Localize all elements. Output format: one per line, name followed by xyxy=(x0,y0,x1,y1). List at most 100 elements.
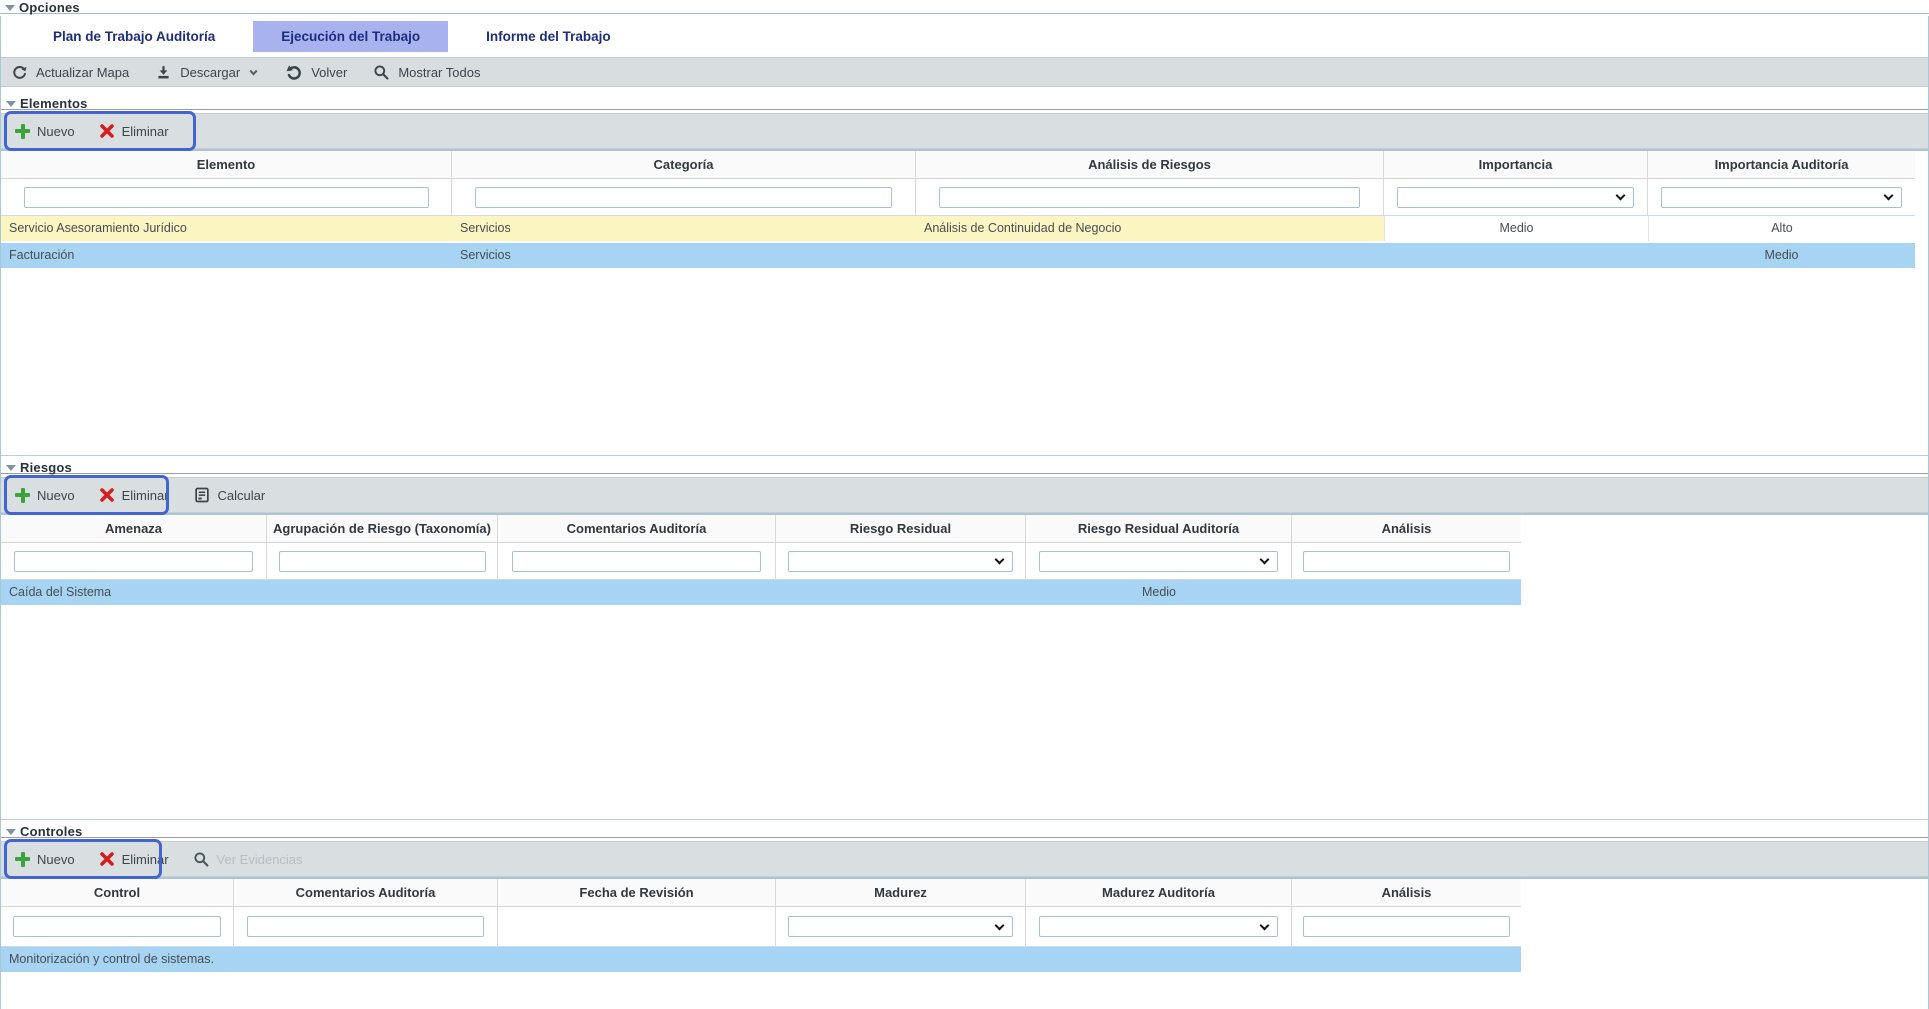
cell-amenaza: Caída del Sistema xyxy=(1,580,267,605)
actualizar-mapa-button[interactable]: Actualizar Mapa xyxy=(11,64,129,81)
elementos-nuevo-button[interactable]: Nuevo xyxy=(15,124,75,139)
column-header-comentarios-auditoria[interactable]: Comentarios Auditoría xyxy=(234,879,498,907)
nuevo-label: Nuevo xyxy=(37,852,75,867)
column-header-categoria[interactable]: Categoría xyxy=(452,151,916,179)
tab-bar: Plan de Trabajo Auditoría Ejecución del … xyxy=(25,21,1928,52)
cell-elemento: Facturación xyxy=(1,243,452,268)
plus-icon xyxy=(15,124,30,139)
collapse-triangle-icon[interactable] xyxy=(5,5,15,11)
comentarios-auditoria-filter-input[interactable] xyxy=(247,916,484,937)
collapse-triangle-icon[interactable] xyxy=(6,829,16,835)
riesgos-table: Amenaza Agrupación de Riesgo (Taxonomía)… xyxy=(1,513,1928,820)
elementos-empty-area xyxy=(1,270,1928,456)
descargar-button[interactable]: Descargar xyxy=(155,64,259,81)
eliminar-label: Eliminar xyxy=(122,488,169,503)
tab-plan-de-trabajo-auditoria[interactable]: Plan de Trabajo Auditoría xyxy=(25,21,243,52)
elementos-header-row: Elemento Categoría Análisis de Riesgos I… xyxy=(1,151,1915,179)
download-icon xyxy=(155,64,172,81)
table-row-selected[interactable]: Facturación Servicios Medio xyxy=(1,243,1915,270)
controles-filter-row xyxy=(1,907,1521,947)
controles-fieldset-legend: Controles xyxy=(1,824,1928,840)
red-x-icon xyxy=(99,487,115,503)
tab-informe-del-trabajo[interactable]: Informe del Trabajo xyxy=(458,21,639,52)
table-row-selected[interactable]: Monitorización y control de sistemas. xyxy=(1,947,1521,974)
analisis-riesgos-filter-input[interactable] xyxy=(939,187,1359,208)
opciones-label: Opciones xyxy=(19,0,80,15)
ver-evidencias-button[interactable]: Ver Evidencias xyxy=(193,851,303,868)
column-header-importancia[interactable]: Importancia xyxy=(1384,151,1648,179)
riesgos-empty-area xyxy=(1,607,1928,820)
volver-label: Volver xyxy=(311,65,347,80)
calcular-button[interactable]: Calcular xyxy=(193,486,266,504)
madurez-filter-select[interactable] xyxy=(788,916,1012,937)
collapse-triangle-icon[interactable] xyxy=(6,101,16,107)
elementos-fieldset-border xyxy=(1,109,1928,110)
chevron-down-icon xyxy=(1259,555,1269,565)
column-header-fecha-de-revision[interactable]: Fecha de Revisión xyxy=(498,879,776,907)
tab-ejecucion-del-trabajo[interactable]: Ejecución del Trabajo xyxy=(253,21,448,52)
descargar-label: Descargar xyxy=(180,65,240,80)
controles-eliminar-button[interactable]: Eliminar xyxy=(99,851,169,867)
elementos-table: Elemento Categoría Análisis de Riesgos I… xyxy=(1,149,1928,456)
riesgos-header-row: Amenaza Agrupación de Riesgo (Taxonomía)… xyxy=(1,515,1521,543)
analisis-filter-input[interactable] xyxy=(1303,551,1509,572)
comentarios-auditoria-filter-input[interactable] xyxy=(512,551,761,572)
riesgos-fieldset-legend: Riesgos xyxy=(1,460,1928,476)
column-header-madurez-auditoria[interactable]: Madurez Auditoría xyxy=(1026,879,1292,907)
madurez-auditoria-filter-select[interactable] xyxy=(1039,916,1278,937)
actualizar-mapa-label: Actualizar Mapa xyxy=(36,65,129,80)
table-row-selected[interactable]: Caída del Sistema Medio xyxy=(1,580,1521,607)
cell-importancia-auditoria: Alto xyxy=(1648,216,1915,241)
nuevo-label: Nuevo xyxy=(37,124,75,139)
opciones-fieldset-legend: Opciones xyxy=(0,0,1929,16)
control-filter-input[interactable] xyxy=(13,916,222,937)
search-icon xyxy=(373,64,390,81)
column-header-control[interactable]: Control xyxy=(1,879,234,907)
column-header-agrupacion[interactable]: Agrupación de Riesgo (Taxonomía) xyxy=(267,515,498,543)
column-header-analisis[interactable]: Análisis xyxy=(1292,879,1521,907)
red-x-icon xyxy=(99,851,115,867)
cell-analisis-riesgos: Análisis de Continuidad de Negocio xyxy=(916,216,1384,241)
riesgos-filter-row xyxy=(1,543,1521,580)
riesgos-nuevo-button[interactable]: Nuevo xyxy=(15,488,75,503)
categoria-filter-input[interactable] xyxy=(475,187,892,208)
amenaza-filter-input[interactable] xyxy=(14,551,253,572)
column-header-riesgo-residual[interactable]: Riesgo Residual xyxy=(776,515,1026,543)
riesgo-residual-auditoria-filter-select[interactable] xyxy=(1039,551,1278,572)
column-header-riesgo-residual-auditoria[interactable]: Riesgo Residual Auditoría xyxy=(1026,515,1292,543)
column-header-madurez[interactable]: Madurez xyxy=(776,879,1026,907)
refresh-icon xyxy=(11,64,28,81)
table-row[interactable]: Servicio Asesoramiento Jurídico Servicio… xyxy=(1,216,1915,243)
column-header-importancia-auditoria[interactable]: Importancia Auditoría xyxy=(1648,151,1915,179)
plus-icon xyxy=(15,488,30,503)
importancia-auditoria-filter-select[interactable] xyxy=(1661,187,1901,208)
column-header-amenaza[interactable]: Amenaza xyxy=(1,515,267,543)
fecha-revision-filter-empty xyxy=(498,907,776,947)
volver-button[interactable]: Volver xyxy=(285,63,347,81)
chevron-down-icon xyxy=(1259,920,1269,930)
elementos-toolbar: Nuevo Eliminar xyxy=(1,113,1928,149)
opciones-fieldset-border xyxy=(0,13,1929,14)
opciones-fieldset-body: Plan de Trabajo Auditoría Ejecución del … xyxy=(0,16,1929,1009)
controles-label: Controles xyxy=(20,824,82,839)
elemento-filter-input[interactable] xyxy=(24,187,429,208)
column-header-analisis-de-riesgos[interactable]: Análisis de Riesgos xyxy=(916,151,1384,179)
cell-importancia: Medio xyxy=(1384,216,1648,241)
column-header-comentarios-auditoria[interactable]: Comentarios Auditoría xyxy=(498,515,776,543)
mostrar-todos-button[interactable]: Mostrar Todos xyxy=(373,64,480,81)
calculator-document-icon xyxy=(193,486,211,504)
analisis-filter-input[interactable] xyxy=(1303,916,1509,937)
riesgos-eliminar-button[interactable]: Eliminar xyxy=(99,487,169,503)
main-toolbar: Actualizar Mapa Descargar Volver xyxy=(1,57,1928,87)
audit-execution-page: Opciones Plan de Trabajo Auditoría Ejecu… xyxy=(0,0,1929,1009)
agrupacion-filter-input[interactable] xyxy=(279,551,486,572)
controles-empty-area xyxy=(1,974,1928,1009)
elementos-eliminar-button[interactable]: Eliminar xyxy=(99,123,169,139)
controles-nuevo-button[interactable]: Nuevo xyxy=(15,852,75,867)
column-header-elemento[interactable]: Elemento xyxy=(1,151,452,179)
riesgo-residual-filter-select[interactable] xyxy=(788,551,1012,572)
column-header-analisis[interactable]: Análisis xyxy=(1292,515,1521,543)
controles-table: Control Comentarios Auditoría Fecha de R… xyxy=(1,877,1928,1009)
importancia-filter-select[interactable] xyxy=(1397,187,1634,208)
collapse-triangle-icon[interactable] xyxy=(6,465,16,471)
